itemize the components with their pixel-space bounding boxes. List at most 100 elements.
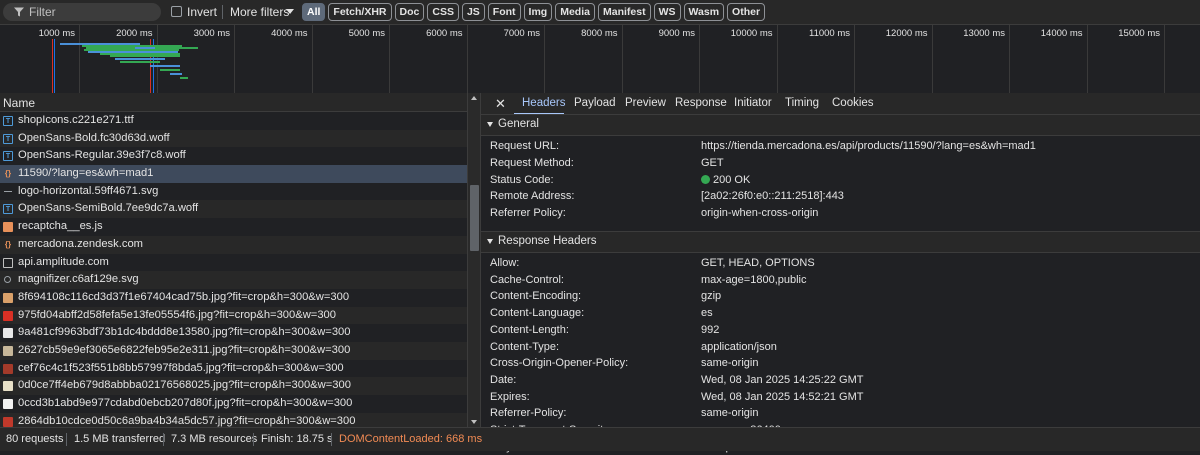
- scroll-up-arrow-icon[interactable]: [471, 96, 477, 100]
- chip-js[interactable]: JS: [461, 3, 485, 21]
- chip-other[interactable]: Other: [727, 3, 766, 21]
- toolbar-divider: [222, 5, 223, 19]
- tab-payload[interactable]: Payload: [574, 97, 616, 109]
- request-list-header[interactable]: Name: [0, 93, 480, 112]
- request-name: 0ccd3b1abd9e977cdabd0ebcb207d80f.jpg?fit…: [18, 397, 353, 409]
- request-row[interactable]: 0d0ce7ff4eb679d8abbba02176568025.jpg?fit…: [0, 377, 467, 395]
- timeline-gridline: [1009, 25, 1010, 93]
- chip-ws[interactable]: WS: [653, 3, 681, 21]
- request-row[interactable]: 8f694108c116cd3d37f1e67404cad75b.jpg?fit…: [0, 288, 467, 307]
- request-count: 80 requests: [6, 433, 64, 445]
- invert-label: Invert: [187, 5, 218, 19]
- header-value[interactable]: https://tienda.mercadona.es/api/products…: [701, 140, 1036, 152]
- summary-divider: [66, 433, 67, 446]
- timeline-tick-label: 4000 ms: [271, 28, 308, 39]
- header-name: Date:: [490, 373, 517, 386]
- header-value[interactable]: Wed, 08 Jan 2025 14:25:22 GMT: [701, 374, 863, 386]
- request-name: recaptcha__es.js: [18, 220, 103, 233]
- request-row[interactable]: TshopIcons.c221e271.ttf: [0, 112, 467, 130]
- collapse-caret-icon[interactable]: [487, 122, 493, 127]
- chip-manifest[interactable]: Manifest: [597, 3, 651, 21]
- network-overview-timeline[interactable]: 1000 ms 2000 ms 3000 ms 4000 ms 5000 ms 6000 …: [0, 25, 1200, 94]
- header-value[interactable]: origin-when-cross-origin: [701, 207, 818, 219]
- chip-img[interactable]: Img: [523, 3, 553, 21]
- chip-fetch-xhr[interactable]: Fetch/XHR: [328, 3, 392, 21]
- request-list-scrollbar[interactable]: [467, 93, 481, 427]
- header-row: Referrer-Policy: same-origin: [481, 405, 1200, 422]
- general-section-header[interactable]: General: [481, 114, 1200, 136]
- request-waterfall-bar: [115, 58, 165, 60]
- tab-initiator[interactable]: Initiator: [734, 97, 772, 109]
- font-icon: T: [3, 151, 13, 162]
- header-row: Allow: GET, HEAD, OPTIONS: [481, 255, 1200, 272]
- chevron-down-icon[interactable]: [286, 9, 294, 14]
- scroll-down-arrow-icon[interactable]: [471, 420, 477, 424]
- request-row[interactable]: {} mercadona.zendesk.com: [0, 235, 467, 254]
- header-value[interactable]: 200 OK: [701, 174, 750, 186]
- header-value[interactable]: GET: [701, 157, 724, 169]
- header-name: Content-Encoding:: [490, 290, 582, 303]
- chip-media[interactable]: Media: [555, 3, 595, 21]
- timeline-tick-label: 9000 ms: [658, 28, 695, 39]
- close-icon[interactable]: ✕: [495, 96, 506, 112]
- header-value[interactable]: Wed, 08 Jan 2025 14:52:21 GMT: [701, 391, 863, 403]
- timeline-tick-label: 2000 ms: [116, 28, 153, 39]
- collapse-caret-icon[interactable]: [487, 239, 493, 244]
- request-row[interactable]: api.amplitude.com: [0, 253, 467, 272]
- request-row[interactable]: T OpenSans-Bold.fc30d63d.woff: [0, 129, 467, 148]
- request-row[interactable]: {} 11590/?lang=es&wh=mad1: [0, 165, 467, 183]
- timeline-gridline: [466, 25, 468, 93]
- request-row[interactable]: logo-horizontal.59ff4671.svg: [0, 182, 467, 201]
- name-column-header[interactable]: Name: [3, 96, 35, 110]
- header-value[interactable]: same-origin: [701, 357, 758, 369]
- timeline-tick-label: 6000 ms: [426, 28, 463, 39]
- chip-css[interactable]: CSS: [427, 3, 459, 21]
- filter-input[interactable]: [29, 4, 155, 20]
- tab-timing[interactable]: Timing: [785, 97, 819, 109]
- header-value[interactable]: GET, HEAD, OPTIONS: [701, 257, 815, 269]
- tab-preview[interactable]: Preview: [625, 97, 666, 109]
- request-name: 8f694108c116cd3d37f1e67404cad75b.jpg?fit…: [18, 290, 350, 303]
- header-value[interactable]: max-age=1800,public: [701, 274, 807, 286]
- request-row[interactable]: magnifizer.c6af129e.svg: [0, 271, 467, 289]
- scrollbar-thumb[interactable]: [470, 185, 479, 251]
- chip-wasm[interactable]: Wasm: [683, 3, 725, 21]
- chip-doc[interactable]: Doc: [394, 3, 425, 21]
- request-name: 0d0ce7ff4eb679d8abbba02176568025.jpg?fit…: [18, 379, 351, 392]
- request-row[interactable]: T OpenSans-Regular.39e3f7c8.woff: [0, 147, 467, 166]
- request-row[interactable]: cef76c4c1f523f551b8bb57997f8bda5.jpg?fit…: [0, 359, 467, 378]
- timeline-tick-label: 5000 ms: [348, 28, 385, 39]
- header-value[interactable]: same-origin: [701, 407, 758, 419]
- image-icon: [3, 292, 13, 303]
- request-row[interactable]: 0ccd3b1abd9e977cdabd0ebcb207d80f.jpg?fit…: [0, 395, 467, 413]
- tab-headers[interactable]: Headers: [522, 97, 565, 109]
- filter-box[interactable]: [3, 3, 161, 21]
- header-name: Remote Address:: [490, 190, 575, 203]
- request-row[interactable]: 2864db10cdce0d50c6a9ba4b34a5dc57.jpg?fit…: [0, 412, 467, 427]
- network-summary-bar: 80 requests 1.5 MB transferred 7.3 MB re…: [0, 427, 1200, 451]
- request-name: 975fd04abff2d58fefa5e13fe05554f6.jpg?fit…: [18, 308, 336, 321]
- tab-cookies[interactable]: Cookies: [832, 97, 874, 109]
- status-ok-icon: [701, 174, 710, 184]
- request-row[interactable]: 2627cb59e9ef3065e6822feb95e2e311.jpg?fit…: [0, 341, 467, 360]
- chip-font[interactable]: Font: [487, 3, 521, 21]
- request-waterfall-bar: [120, 61, 160, 63]
- header-value[interactable]: es: [701, 307, 713, 319]
- header-value[interactable]: application/json: [701, 341, 777, 353]
- details-tab-bar: ✕ Headers Payload Preview Response Initi…: [481, 93, 1200, 116]
- tab-response[interactable]: Response: [675, 97, 727, 109]
- invert-checkbox[interactable]: [171, 6, 182, 17]
- header-value[interactable]: [2a02:26f0:e0::211:2518]:443: [701, 190, 844, 202]
- chip-all[interactable]: All: [302, 3, 326, 21]
- more-filters-button[interactable]: More filters: [230, 5, 289, 19]
- request-name: api.amplitude.com: [18, 255, 109, 268]
- request-row[interactable]: 9a481cf9963bdf73b1dc4bddd8e13580.jpg?fit…: [0, 324, 467, 342]
- response-headers-section-header[interactable]: Response Headers: [481, 231, 1200, 253]
- request-row[interactable]: recaptcha__es.js: [0, 218, 467, 236]
- request-name: 11590/?lang=es&wh=mad1: [18, 167, 154, 180]
- request-row[interactable]: T OpenSans-SemiBold.7ee9dc7a.woff: [0, 200, 467, 219]
- header-value[interactable]: gzip: [701, 290, 721, 302]
- header-value[interactable]: 992: [701, 324, 719, 336]
- request-row[interactable]: 975fd04abff2d58fefa5e13fe05554f6.jpg?fit…: [0, 306, 467, 325]
- finish-time: Finish: 18.75 s: [261, 433, 333, 445]
